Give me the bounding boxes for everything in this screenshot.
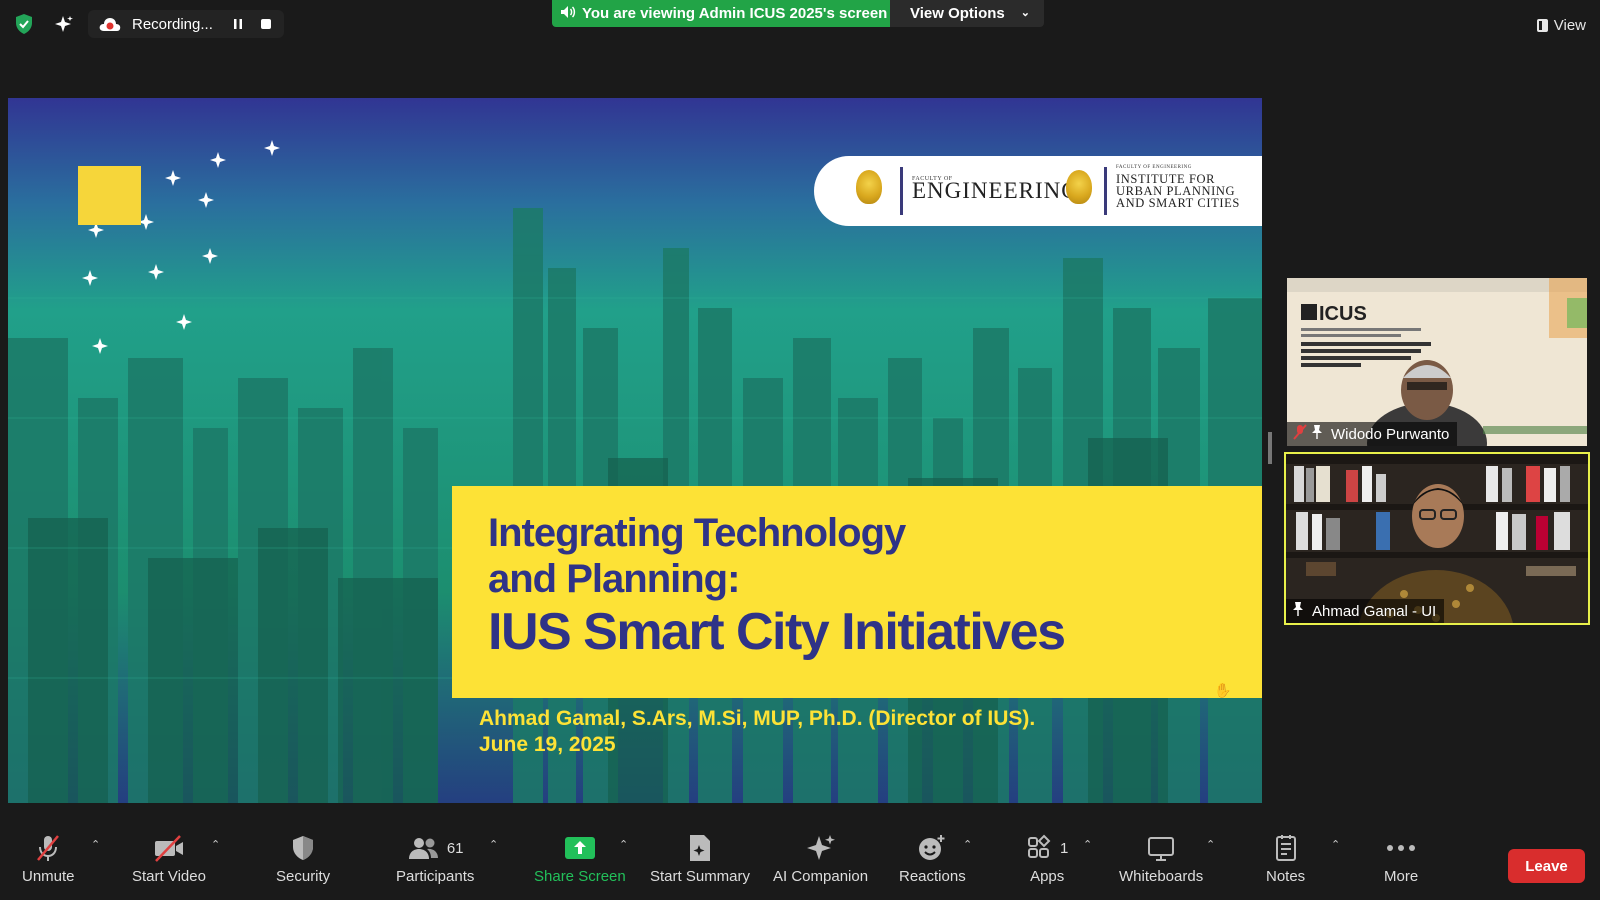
hand-cursor-icon: ✋ (1214, 682, 1232, 698)
share-screen-button[interactable]: Share Screen (534, 832, 626, 892)
more-dots-icon (1386, 832, 1416, 864)
participant-name-tag: Ahmad Gamal - UI (1286, 599, 1445, 623)
apps-label: Apps (1030, 868, 1065, 885)
panel-resize-handle[interactable] (1268, 432, 1272, 464)
spotlight-pin-icon (1311, 424, 1323, 444)
decorative-yellow-square (78, 166, 141, 225)
slide-title-line1-2: Integrating Technology and Planning: (488, 511, 906, 601)
whiteboard-icon (1146, 832, 1176, 864)
faculty-engineering-label: ENGINEERING (912, 178, 1079, 203)
slide-author: Ahmad Gamal, S.Ars, M.Si, MUP, Ph.D. (Di… (479, 707, 1036, 730)
whiteboards-button[interactable]: Whiteboards (1119, 832, 1203, 892)
view-layout-icon (1536, 18, 1548, 32)
reactions-options-caret-icon[interactable]: ⌃ (963, 838, 972, 851)
unmute-button[interactable]: Unmute (22, 832, 75, 892)
start-video-button[interactable]: Start Video (132, 832, 206, 892)
security-button[interactable]: Security (276, 832, 330, 892)
meeting-controls-toolbar: Unmute ⌃ Start Video ⌃ Security 61 Parti… (0, 812, 1600, 900)
start-video-label: Start Video (132, 868, 206, 885)
reactions-smiley-icon (917, 832, 947, 864)
apps-count: 1 (1060, 839, 1069, 857)
summary-document-icon (687, 832, 713, 864)
apps-icon: 1 (1026, 832, 1068, 864)
ai-companion-label: AI Companion (773, 868, 869, 885)
start-summary-label: Start Summary (650, 868, 751, 885)
view-layout-button[interactable]: View (1536, 12, 1586, 38)
reactions-label: Reactions (899, 868, 966, 885)
start-summary-button[interactable]: Start Summary (650, 832, 750, 892)
shared-screen-slide: FACULTY OF ENGINEERING FACULTY OF ENGINE… (8, 98, 1262, 803)
participant-tile-widodo[interactable]: ICUS Widodo Purwanto (1287, 278, 1587, 446)
chevron-down-icon: ⌄ (1020, 7, 1030, 19)
participants-options-caret-icon[interactable]: ⌃ (489, 838, 498, 851)
view-button-label: View (1553, 16, 1586, 34)
notes-label: Notes (1266, 868, 1306, 885)
slide-author-date: Ahmad Gamal, S.Ars, M.Si, MUP, Ph.D. (Di… (479, 706, 1035, 758)
notes-button[interactable]: Notes (1266, 832, 1305, 892)
participant-name-tag: Widodo Purwanto (1287, 422, 1458, 446)
view-options-dropdown[interactable]: View Options ⌄ (890, 0, 1044, 27)
notes-icon (1274, 832, 1298, 864)
participants-label: Participants (396, 868, 475, 885)
ai-companion-button[interactable]: AI Companion (773, 832, 868, 892)
video-off-icon (153, 832, 185, 864)
share-options-caret-icon[interactable]: ⌃ (619, 838, 628, 851)
slide-date: June 19, 2025 (479, 733, 616, 756)
pause-recording-icon[interactable] (230, 16, 246, 32)
more-button[interactable]: More (1384, 832, 1418, 892)
security-label: Security (276, 868, 331, 885)
video-options-caret-icon[interactable]: ⌃ (211, 838, 220, 851)
recording-label: Recording... (132, 15, 213, 33)
ius-name: INSTITUTE FOR URBAN PLANNING AND SMART C… (1116, 172, 1240, 210)
participants-icon: 61 (407, 832, 464, 864)
slide-title-main: IUS Smart City Initiatives (488, 603, 1066, 661)
unmute-label: Unmute (22, 868, 75, 885)
security-shield-icon (290, 832, 316, 864)
slide-title-box: Integrating Technology and Planning: IUS… (452, 486, 1262, 698)
notes-options-caret-icon[interactable]: ⌃ (1331, 838, 1340, 851)
participants-button[interactable]: 61 Participants (396, 832, 474, 892)
viewing-banner-text: You are viewing Admin ICUS 2025's screen (582, 5, 888, 22)
speaker-icon (560, 5, 576, 23)
apps-button[interactable]: 1 Apps (1026, 832, 1068, 892)
share-screen-icon (564, 832, 596, 864)
audio-options-caret-icon[interactable]: ⌃ (91, 838, 100, 851)
cloud-recording-icon (99, 18, 121, 31)
participant-name: Widodo Purwanto (1331, 425, 1450, 443)
screen-share-viewing-banner: You are viewing Admin ICUS 2025's screen (552, 0, 890, 27)
leave-meeting-button[interactable]: Leave (1508, 849, 1585, 883)
university-seal-icon (856, 170, 882, 204)
ai-companion-sparkle-icon[interactable] (50, 10, 78, 38)
muted-microphone-icon (33, 832, 63, 864)
view-options-label: View Options (910, 5, 1005, 22)
ius-small-label: FACULTY OF ENGINEERING (1116, 165, 1192, 170)
muted-mic-icon (1293, 424, 1307, 444)
participant-video-ahmad (1286, 454, 1588, 623)
more-label: More (1384, 868, 1419, 885)
university-seal-icon-2 (1066, 170, 1092, 204)
participant-tile-ahmad-gamal[interactable]: Ahmad Gamal - UI (1284, 452, 1590, 625)
institution-logo-banner: FACULTY OF ENGINEERING FACULTY OF ENGINE… (814, 156, 1262, 226)
apps-options-caret-icon[interactable]: ⌃ (1083, 838, 1092, 851)
whiteboards-label: Whiteboards (1119, 868, 1204, 885)
reactions-button[interactable]: Reactions (899, 832, 966, 892)
encryption-shield-icon[interactable] (10, 10, 38, 38)
spotlight-pin-icon (1292, 601, 1304, 621)
whiteboards-options-caret-icon[interactable]: ⌃ (1206, 838, 1215, 851)
icus-bg-title: ICUS (1319, 303, 1367, 325)
participants-count: 61 (446, 839, 464, 857)
meeting-top-bar: Recording... You are viewing Admin ICUS … (0, 0, 1600, 50)
share-screen-label: Share Screen (534, 868, 626, 885)
participant-name: Ahmad Gamal - UI (1312, 602, 1437, 620)
participant-video-widodo: ICUS (1287, 278, 1587, 446)
cloud-recording-indicator[interactable]: Recording... (88, 10, 284, 38)
ai-sparkle-icon (806, 832, 836, 864)
stop-recording-icon[interactable] (258, 16, 274, 32)
